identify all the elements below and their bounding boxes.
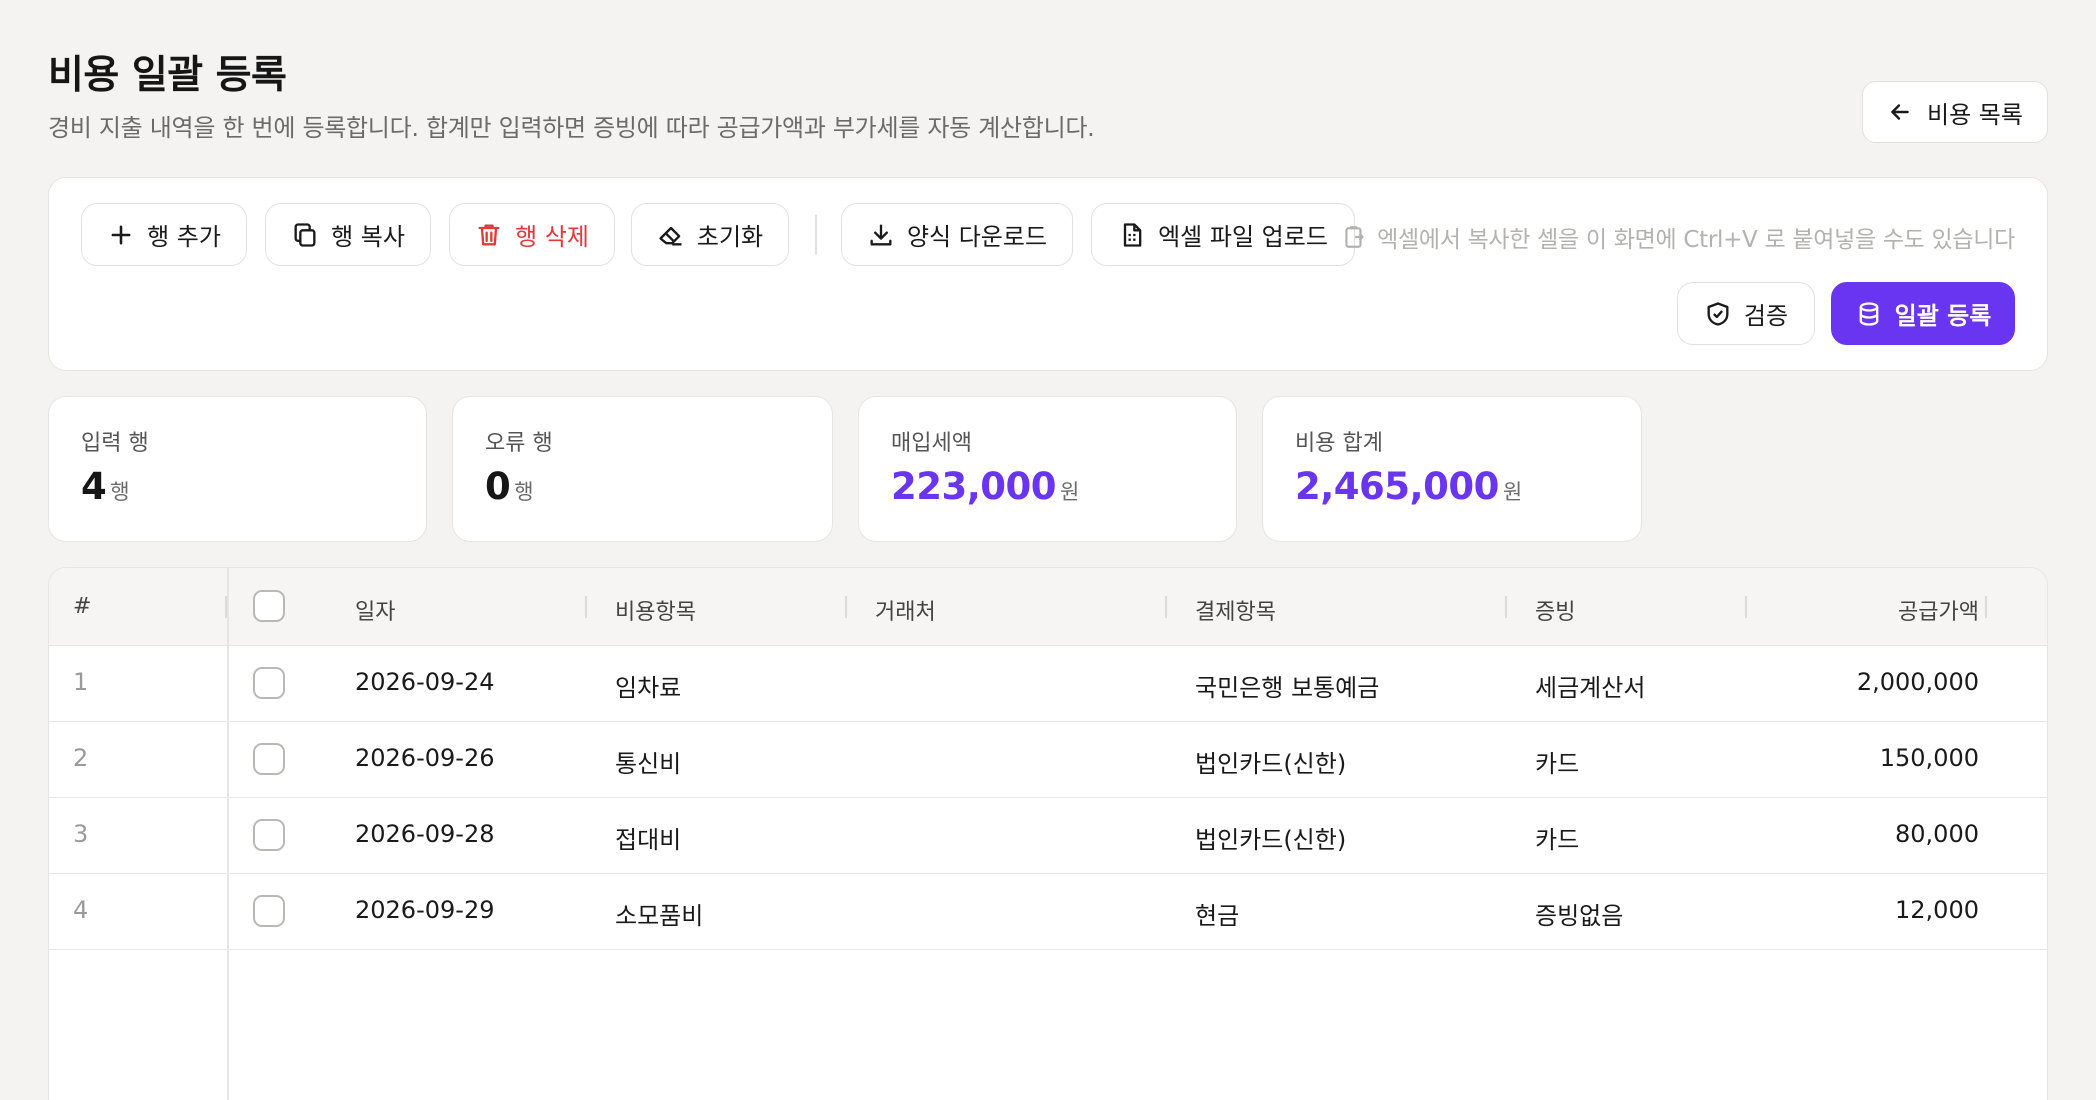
row-index: 1 [73,668,89,696]
column-header-date: 일자 [355,600,396,625]
column-header-index: # [73,594,92,619]
delete-row-label: 행 삭제 [515,223,589,251]
column-resize-handle[interactable] [585,596,587,618]
row-index: 3 [73,820,89,848]
upload-excel-button[interactable]: 엑셀 파일 업로드 [1091,203,1355,266]
copy-row-button[interactable]: 행 복사 [265,203,431,266]
delete-row-button[interactable]: 행 삭제 [449,203,615,266]
stat-label: 입력 행 [81,431,149,456]
column-resize-handle[interactable] [1165,596,1167,618]
column-resize-handle[interactable] [845,596,847,618]
reset-label: 초기화 [696,223,764,251]
plus-icon [111,225,131,244]
select-all-checkbox[interactable] [253,590,285,622]
cell-payment[interactable]: 현금 [1195,896,1239,931]
cell-payment[interactable]: 법인카드(신한) [1195,744,1346,779]
validate-button[interactable]: 검증 [1677,282,1815,345]
column-header-evidence: 증빙 [1535,600,1576,625]
spreadsheet-file-icon [1123,222,1142,247]
column-header-supply-amount: 공급가액 [1898,600,1979,625]
stat-unit: 원 [1060,480,1080,504]
cell-payment[interactable]: 법인카드(신한) [1195,820,1346,855]
row-index: 2 [73,744,89,772]
cell-category[interactable]: 접대비 [615,820,681,855]
column-resize-handle[interactable] [1505,596,1507,618]
trash-icon [478,224,500,245]
stat-label: 오류 행 [485,431,553,456]
cell-date[interactable]: 2026-09-28 [355,820,494,848]
stat-card-input-rows: 입력 행 4 행 [48,396,427,542]
download-template-button[interactable]: 양식 다운로드 [841,203,1073,266]
cell-date[interactable]: 2026-09-26 [355,744,494,772]
column-header-payment: 결제항목 [1195,600,1276,625]
row-checkbox[interactable] [253,667,285,699]
table-row[interactable]: 4 2026-09-29 소모품비 현금 증빙없음 12,000 [49,874,2047,950]
download-icon [870,224,892,245]
stat-unit: 행 [514,480,534,504]
paste-hint: 엑셀에서 복사한 셀을 이 화면에 Ctrl+V 로 붙여넣을 수도 있습니다 [1341,220,2015,254]
add-row-label: 행 추가 [147,223,221,251]
reset-button[interactable]: 초기화 [631,203,789,266]
cell-evidence[interactable]: 카드 [1535,744,1579,779]
upload-excel-label: 엑셀 파일 업로드 [1158,223,1328,251]
copy-icon [294,222,316,247]
toolbar: 행 추가 행 복사 행 삭제 초기화 양식 다운로드 엑셀 파일 업로드 엑셀에… [48,177,2048,371]
stat-value: 223,000 [891,465,1057,508]
row-checkbox[interactable] [253,743,285,775]
arrow-left-icon [1891,104,1909,120]
column-header-vendor: 거래처 [875,600,936,625]
validate-label: 검증 [1743,302,1789,330]
cell-category[interactable]: 통신비 [615,744,681,779]
stat-card-input-vat: 매입세액 223,000 원 [858,396,1237,542]
table-row[interactable]: 2 2026-09-26 통신비 법인카드(신한) 카드 150,000 [49,722,2047,798]
stat-value: 2,465,000 [1295,465,1499,508]
paste-hint-text: 엑셀에서 복사한 셀을 이 화면에 Ctrl+V 로 붙여넣을 수도 있습니다 [1377,227,2015,253]
stat-card-error-rows: 오류 행 0 행 [452,396,833,542]
row-index: 4 [73,896,89,924]
table-row[interactable]: 1 2026-09-24 임차료 국민은행 보통예금 세금계산서 2,000,0… [49,646,2047,722]
cell-supply-amount[interactable]: 12,000 [1895,896,1979,924]
cell-supply-amount[interactable]: 2,000,000 [1857,668,1979,696]
database-icon [1859,301,1878,326]
table-row[interactable]: 3 2026-09-28 접대비 법인카드(신한) 카드 80,000 [49,798,2047,874]
add-row-button[interactable]: 행 추가 [81,203,247,266]
column-resize-handle[interactable] [1745,596,1747,618]
cell-evidence[interactable]: 증빙없음 [1535,896,1623,931]
stat-value: 0 [485,465,511,508]
row-checkbox[interactable] [253,895,285,927]
bulk-submit-button[interactable]: 일괄 등록 [1831,282,2015,345]
eraser-icon [659,226,682,245]
page-subtitle: 경비 지출 내역을 한 번에 등록합니다. 합계만 입력하면 증빙에 따라 공급… [48,114,1095,142]
cell-category[interactable]: 임차료 [615,668,681,703]
bulk-submit-label: 일괄 등록 [1894,302,1992,330]
copy-row-label[interactable]: 행 복사 [331,217,405,252]
stat-label: 매입세액 [891,431,972,456]
download-template-label: 양식 다운로드 [906,223,1048,251]
cell-payment[interactable]: 국민은행 보통예금 [1195,668,1379,703]
stat-unit: 행 [110,480,130,504]
expense-table: # 일자 비용항목 거래처 결제항목 증빙 공급가액 1 2026-09-24 … [48,567,2048,1100]
cell-evidence[interactable]: 세금계산서 [1535,668,1645,703]
back-to-list-label: 비용 목록 [1927,100,2023,129]
table-header: # 일자 비용항목 거래처 결제항목 증빙 공급가액 [49,568,2047,646]
shield-check-icon [1707,301,1729,326]
clipboard-icon [1345,226,1364,248]
stat-card-expense-total: 비용 합계 2,465,000 원 [1262,396,1642,542]
back-to-list-button[interactable]: 비용 목록 [1862,81,2048,143]
cell-supply-amount[interactable]: 150,000 [1880,744,1979,772]
stat-unit: 원 [1502,480,1523,504]
page-title: 비용 일괄 등록 [48,53,287,98]
cell-date[interactable]: 2026-09-24 [355,668,494,696]
toolbar-divider [815,215,817,255]
row-checkbox[interactable] [253,819,285,851]
cell-date[interactable]: 2026-09-29 [355,896,494,924]
bulk-expense-page: 비용 일괄 등록 경비 지출 내역을 한 번에 등록합니다. 합계만 입력하면 … [48,0,2048,1100]
stat-value: 4 [81,465,107,508]
column-resize-handle[interactable] [1985,596,1987,618]
cell-evidence[interactable]: 카드 [1535,820,1579,855]
stat-label: 비용 합계 [1295,431,1383,456]
cell-supply-amount[interactable]: 80,000 [1895,820,1979,848]
cell-category[interactable]: 소모품비 [615,896,703,931]
column-header-category: 비용항목 [615,600,696,625]
